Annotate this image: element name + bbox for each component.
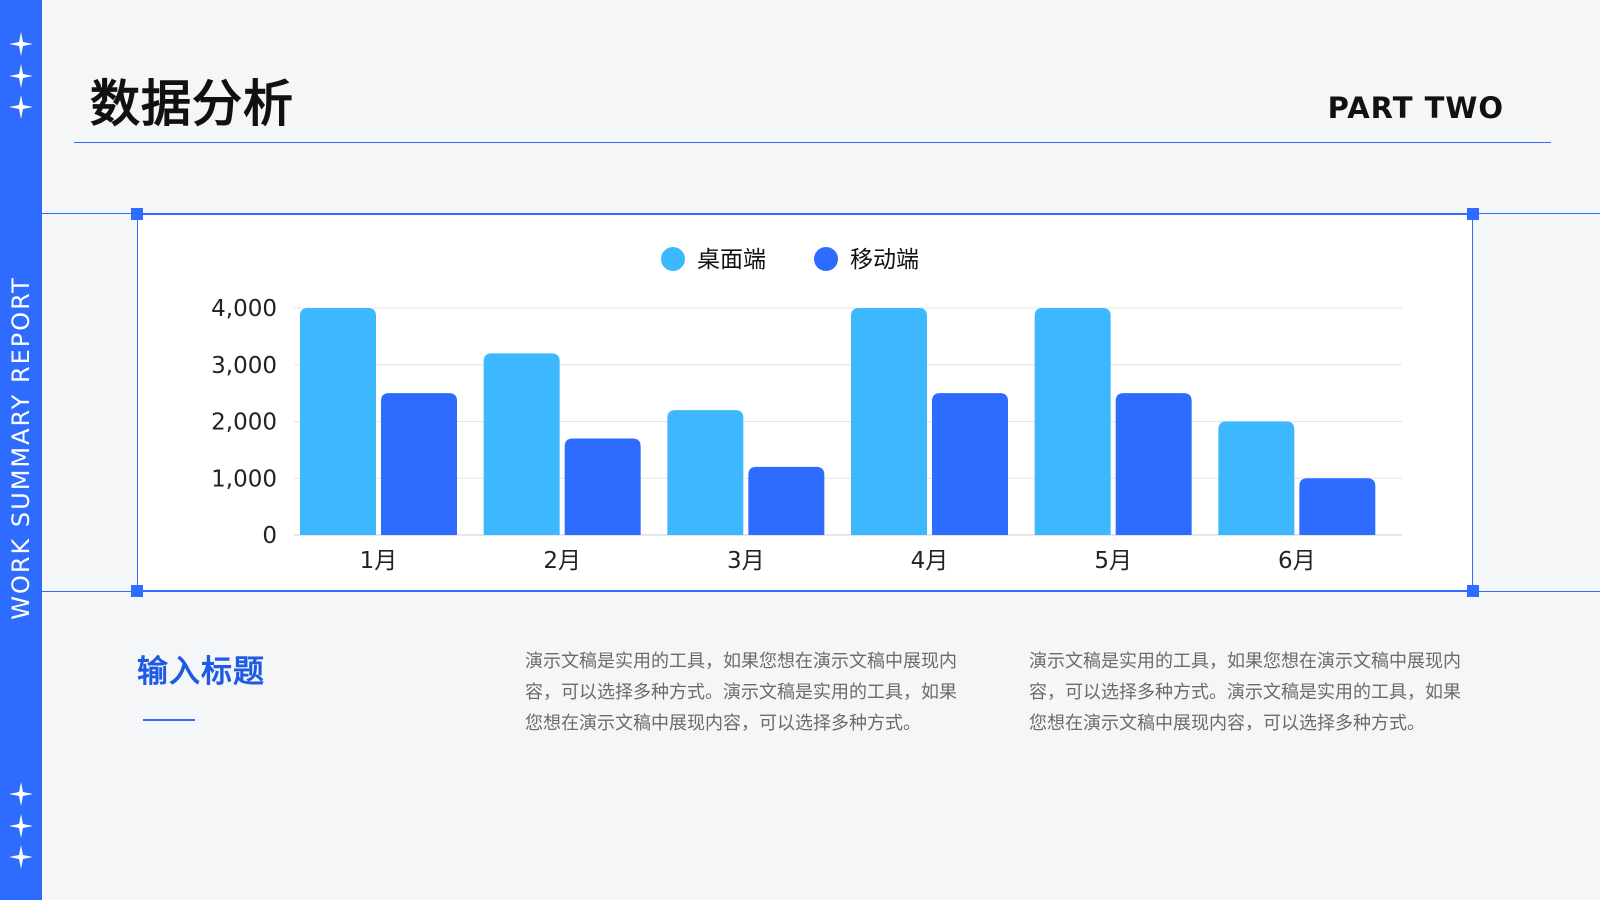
legend-marker [814,247,838,271]
x-tick-label: 2月 [543,548,581,574]
bar-desktop [300,308,376,535]
body-paragraph-1: 演示文稿是实用的工具，如果您想在演示文稿中展现内容，可以选择多种方式。演示文稿是… [525,651,957,734]
bar-mobile [932,393,1008,535]
side-bar: WORK SUMMARY REPORT [0,0,42,900]
sparkle-icon [9,782,33,806]
page-title: 数据分析 [90,75,294,133]
x-tick-label: 3月 [727,548,765,574]
y-tick-label: 4,000 [211,296,277,322]
part-label: PART TWO [1327,91,1504,125]
bar-desktop [1034,308,1111,535]
resize-handle-top-left[interactable] [131,208,143,220]
bar-desktop [1218,421,1295,535]
band-bottom-line [42,591,1600,592]
x-tick-label: 5月 [1094,548,1132,574]
sparkle-icon [9,95,33,119]
resize-handle-bottom-right[interactable] [1467,585,1479,597]
x-tick-label: 1月 [360,548,398,574]
y-tick-label: 2,000 [211,410,277,436]
legend-label: 桌面端 [697,247,766,273]
header-divider [74,142,1551,143]
y-tick-label: 1,000 [211,466,277,492]
section-title: 输入标题 [137,654,265,690]
sparkle-icon [9,32,33,56]
bar-mobile [564,438,641,535]
resize-handle-bottom-left[interactable] [131,585,143,597]
resize-handle-top-right[interactable] [1467,208,1479,220]
body-paragraph-2: 演示文稿是实用的工具，如果您想在演示文稿中展现内容，可以选择多种方式。演示文稿是… [1029,651,1461,734]
vertical-report-label: WORK SUMMARY REPORT [7,276,35,620]
sparkle-icon [9,64,33,88]
bar-desktop [483,353,560,535]
x-tick-label: 6月 [1278,548,1316,574]
bar-mobile [1115,393,1192,535]
bar-chart: 0 1,000 2,000 3,000 4,000 1月 2月 3月 4月 5月 6月 桌面端 移动端 [211,247,1402,574]
bar-mobile [1299,478,1376,535]
sparkle-icon [9,845,33,869]
bar-mobile [381,393,457,535]
chart-frame[interactable]: 0 1,000 2,000 3,000 4,000 1月 2月 3月 4月 5月 6月 桌面端 移动端 [137,214,1473,591]
bar-desktop [667,410,744,535]
legend-marker [661,247,685,271]
bar-desktop [851,308,927,535]
bar-mobile [748,466,825,535]
legend-label: 移动端 [850,247,919,273]
section-title-underline [143,719,195,721]
sparkle-icon [9,814,33,838]
y-tick-label: 3,000 [211,353,277,379]
y-tick-label: 0 [262,523,277,549]
x-tick-label: 4月 [911,548,949,574]
